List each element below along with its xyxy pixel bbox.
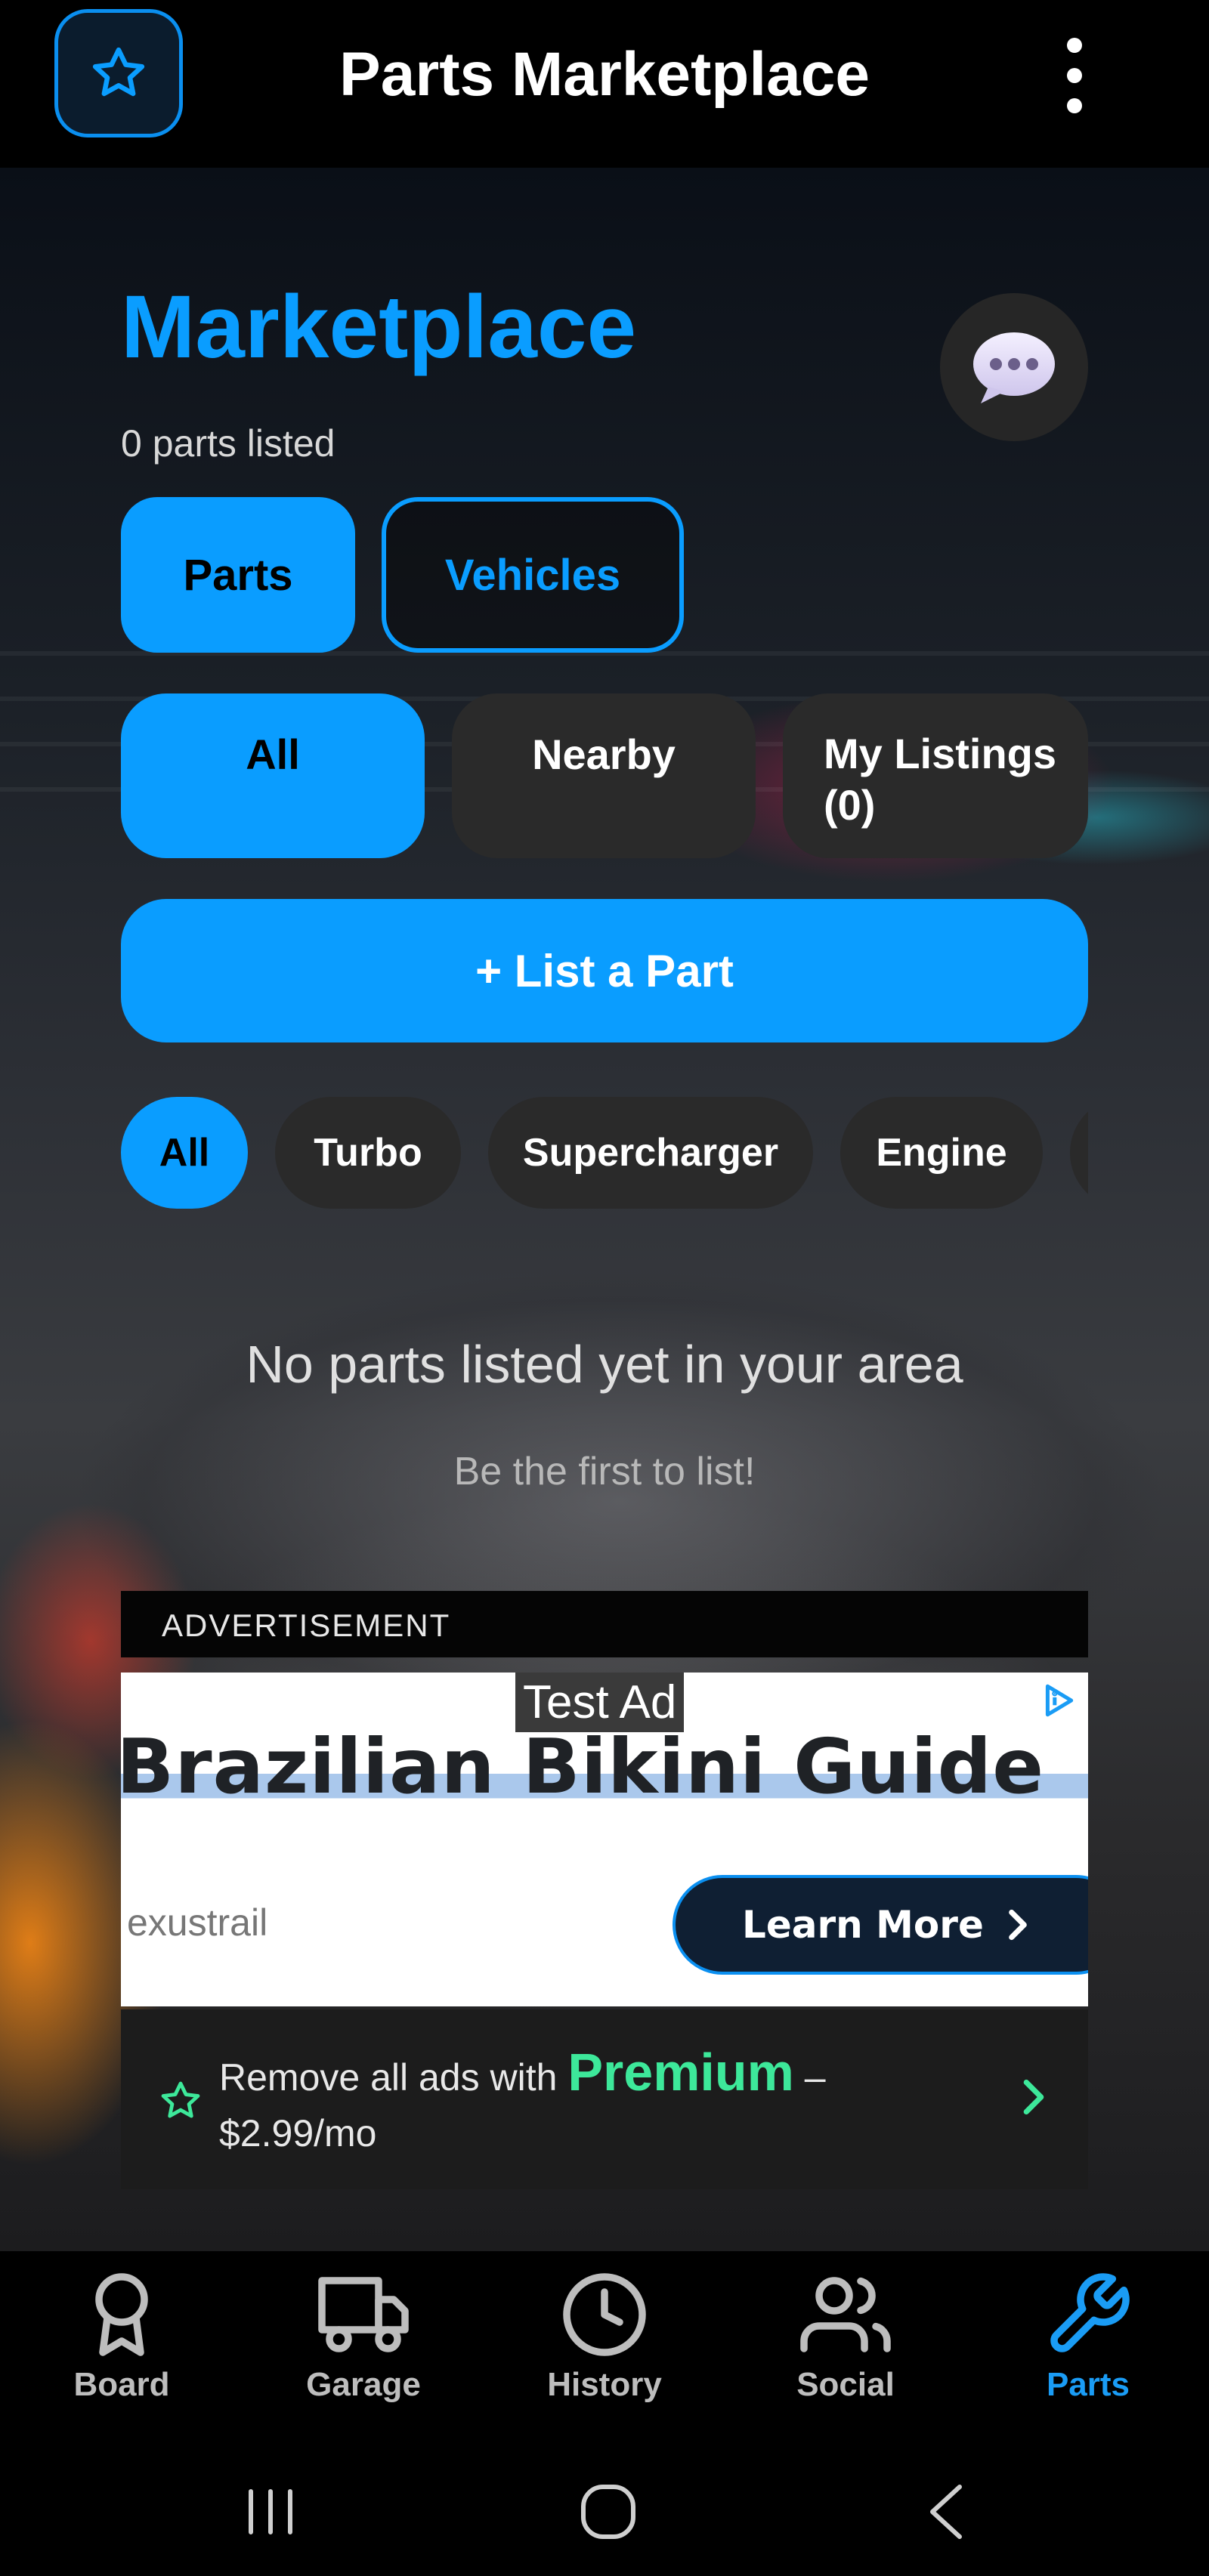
ad-button-label: Learn More	[742, 1903, 984, 1947]
page-title: Marketplace	[121, 277, 637, 377]
category-chip-engine[interactable]: Engine	[840, 1097, 1043, 1209]
filter-my-listings[interactable]: My Listings (0)	[783, 693, 1088, 858]
home-icon[interactable]	[574, 2478, 642, 2546]
truck-icon	[318, 2277, 409, 2352]
filter-all[interactable]: All	[121, 693, 425, 858]
empty-state-title: No parts listed yet in your area	[246, 1335, 963, 1394]
nav-social[interactable]: Social	[755, 2269, 936, 2428]
premium-prefix: Remove all ads with	[219, 2056, 558, 2099]
nav-label: Board	[73, 2366, 170, 2403]
nav-label: Garage	[306, 2366, 421, 2403]
premium-text: Remove all ads with Premium – $2.99/mo	[219, 2044, 975, 2161]
empty-state-subtitle: Be the first to list!	[453, 1450, 756, 1493]
nav-label: Social	[796, 2366, 895, 2403]
ad-learn-more-button[interactable]: Learn More	[673, 1875, 1088, 1975]
messages-button[interactable]	[940, 293, 1088, 441]
wrench-icon	[1050, 2273, 1130, 2352]
premium-highlight: Premium	[567, 2043, 794, 2102]
category-chip-all[interactable]: All	[121, 1097, 248, 1209]
segment-parts[interactable]: Parts	[121, 497, 355, 653]
listing-count: 0 parts listed	[121, 422, 335, 465]
recents-icon[interactable]	[240, 2478, 301, 2546]
app-bar: Parts Marketplace	[0, 0, 1209, 168]
ad-header: ADVERTISEMENT	[121, 1591, 1088, 1657]
chevron-right-icon	[1023, 2079, 1044, 2115]
users-icon	[800, 2277, 891, 2352]
nav-history[interactable]: History	[514, 2269, 695, 2428]
more-vertical-icon[interactable]	[1058, 38, 1091, 113]
premium-price: $2.99/mo	[219, 2112, 377, 2154]
back-icon[interactable]	[917, 2478, 978, 2546]
bottom-navigation: Board Garage History Social Parts	[0, 2251, 1209, 2448]
category-chip-supercharger[interactable]: Supercharger	[488, 1097, 813, 1209]
category-chip-turbo[interactable]: Turbo	[275, 1097, 461, 1209]
filter-nearby[interactable]: Nearby	[452, 693, 756, 858]
ad-advertiser: exustrail	[127, 1901, 268, 1944]
ad-banner[interactable]: Test Ad Brazilian Bikini Guide exustrail…	[121, 1673, 1088, 2006]
premium-upsell[interactable]: Remove all ads with Premium – $2.99/mo	[121, 2009, 1088, 2189]
chat-bubble-icon	[973, 332, 1055, 403]
system-navigation-bar	[0, 2448, 1209, 2576]
nav-parts[interactable]: Parts	[997, 2269, 1179, 2428]
nav-garage[interactable]: Garage	[273, 2269, 454, 2428]
award-icon	[95, 2273, 148, 2356]
nav-label: History	[547, 2366, 662, 2403]
ad-choices-icon[interactable]	[1040, 1682, 1078, 1719]
star-outline-icon	[161, 2081, 200, 2118]
category-chips: All Turbo Supercharger Engine	[121, 1097, 1088, 1209]
ad-headline: Brazilian Bikini Guide	[121, 1722, 1088, 1811]
clock-icon	[563, 2273, 646, 2356]
app-bar-title: Parts Marketplace	[339, 40, 870, 109]
nav-board[interactable]: Board	[31, 2269, 212, 2428]
nav-label: Parts	[1046, 2366, 1130, 2403]
chevron-right-icon	[1009, 1909, 1027, 1941]
segment-vehicles[interactable]: Vehicles	[382, 497, 684, 653]
list-a-part-button[interactable]: + List a Part	[121, 899, 1088, 1042]
premium-dash: –	[793, 2056, 826, 2099]
category-chip-more[interactable]	[1070, 1097, 1088, 1209]
